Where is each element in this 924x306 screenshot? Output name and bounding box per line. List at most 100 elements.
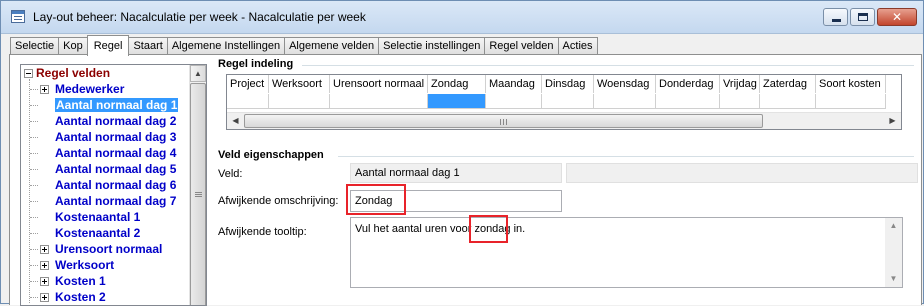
tree-item[interactable]: Aantal normaal dag 5 (21, 161, 191, 177)
tree-item[interactable]: Aantal normaal dag 6 (21, 177, 191, 193)
expand-icon[interactable] (40, 245, 49, 254)
grid-column-header[interactable]: Urensoort normaal (330, 75, 428, 93)
tree-connector-line (30, 265, 38, 266)
tree-connector-line (30, 153, 38, 154)
grid-cell[interactable] (330, 94, 428, 109)
tree-item-label: Kostenaantal 1 (55, 210, 141, 224)
tree-item[interactable]: Kosten 1 (21, 273, 191, 289)
tab-panel-regel: Regel velden Medewerker Aantal normaal dag… (9, 54, 922, 306)
grid-horizontal-scrollbar[interactable]: ◀ ▶ (227, 112, 901, 129)
grid-column-header[interactable]: Dinsdag (542, 75, 594, 93)
grid-column-header[interactable]: Vrijdag (720, 75, 760, 93)
maximize-button[interactable] (850, 8, 875, 26)
afwijkende-tooltip-textarea[interactable]: Vul het aantal uren voor zondag in. ▲ ▼ (350, 217, 903, 288)
tree-item[interactable]: Werksoort (21, 257, 191, 273)
scroll-right-arrow-icon[interactable]: ▶ (884, 113, 901, 129)
tree-item[interactable]: Aantal normaal dag 4 (21, 145, 191, 161)
regel-indeling-grid: Project Werksoort Urensoort normaal Zondag M… (226, 74, 902, 130)
scroll-up-arrow-icon[interactable]: ▲ (190, 65, 206, 82)
tree-item-label: Aantal normaal dag 6 (55, 178, 177, 192)
afwijkende-omschrijving-input[interactable] (350, 190, 562, 212)
expand-icon[interactable] (40, 85, 49, 94)
grip-line (195, 194, 202, 195)
tab-regel[interactable]: Regel (86, 35, 130, 56)
grid-column-header[interactable]: Maandag (486, 75, 542, 93)
grid-cell[interactable] (542, 94, 594, 109)
tab-selectie-instellingen[interactable]: Selectie instellingen (378, 37, 486, 55)
grid-cell[interactable] (227, 94, 269, 109)
tree-item[interactable]: Kostenaantal 1 (21, 209, 191, 225)
field-tree: Regel velden Medewerker Aantal normaal dag… (20, 64, 207, 306)
maximize-icon (858, 13, 868, 21)
regel-indeling-title: Regel indeling (218, 58, 294, 70)
grid-cell[interactable] (656, 94, 720, 109)
window: Lay-out beheer: Nacalculatie per week - … (0, 0, 924, 306)
grid-cell[interactable] (760, 94, 816, 109)
tree-connector-line (30, 281, 38, 282)
expand-icon[interactable] (40, 277, 49, 286)
tree-root-item[interactable]: Regel velden (21, 65, 191, 81)
tree-item-label: Kosten 1 (55, 274, 106, 288)
tab-staart[interactable]: Staart (128, 37, 168, 55)
grid-cell[interactable] (428, 94, 486, 109)
collapse-icon[interactable] (24, 69, 33, 78)
expand-icon[interactable] (40, 293, 49, 302)
tree-connector-line (30, 201, 38, 202)
tree-item-label: Urensoort normaal (55, 242, 163, 256)
grid-cell[interactable] (594, 94, 656, 109)
tree-item-label: Aantal normaal dag 2 (55, 114, 177, 128)
grid-column-header[interactable]: Project (227, 75, 269, 93)
grid-cell[interactable] (720, 94, 760, 109)
minimize-button[interactable] (823, 8, 848, 26)
tree-item[interactable]: Aantal normaal dag 7 (21, 193, 191, 209)
scroll-up-arrow-icon[interactable]: ▲ (885, 220, 902, 232)
tree-connector-line (30, 249, 38, 250)
grip-line (506, 119, 507, 125)
scroll-left-arrow-icon[interactable]: ◀ (227, 113, 244, 129)
grid-cell[interactable] (486, 94, 542, 109)
tab-regel-velden[interactable]: Regel velden (484, 37, 559, 55)
tree-connector-line (30, 185, 38, 186)
close-button[interactable]: ✕ (877, 8, 917, 26)
window-title: Lay-out beheer: Nacalculatie per week - … (33, 10, 366, 24)
tree-connector-line (30, 89, 38, 90)
grid-column-header[interactable]: Donderdag (656, 75, 720, 93)
grip-line (503, 119, 504, 125)
tree-item[interactable]: Aantal normaal dag 1 (21, 97, 191, 113)
expand-icon[interactable] (40, 261, 49, 270)
tree-connector-line (30, 105, 38, 106)
section-divider (338, 156, 914, 157)
tab-selectie[interactable]: Selectie (10, 37, 60, 55)
grip-line (195, 192, 202, 193)
grid-column-header[interactable]: Werksoort (269, 75, 330, 93)
grid-column-header[interactable]: Zaterdag (760, 75, 816, 93)
grid-cell[interactable] (816, 94, 886, 109)
tree-item[interactable]: Kostenaantal 2 (21, 225, 191, 241)
grid-scroll-thumb[interactable] (244, 114, 763, 128)
tab-strip: Selectie Kop Regel Staart Algemene Instellin… (10, 35, 598, 56)
grid-column-header[interactable]: Woensdag (594, 75, 656, 93)
grid-column-header[interactable]: Zondag (428, 75, 486, 93)
tab-algemene-instellingen[interactable]: Algemene Instellingen (166, 37, 286, 55)
tree-item-label: Aantal normaal dag 4 (55, 146, 177, 160)
tree-item[interactable]: Aantal normaal dag 2 (21, 113, 191, 129)
tree-item[interactable]: Urensoort normaal (21, 241, 191, 257)
close-icon: ✕ (891, 10, 903, 24)
tree-connector-line (30, 217, 38, 218)
grid-cell[interactable] (269, 94, 330, 109)
tooltip-vertical-scrollbar[interactable]: ▲ ▼ (885, 218, 902, 287)
scroll-down-arrow-icon[interactable]: ▼ (885, 273, 902, 285)
tree-item[interactable]: Medewerker (21, 81, 191, 97)
title-bar[interactable]: Lay-out beheer: Nacalculatie per week - … (1, 1, 923, 34)
tab-acties[interactable]: Acties (557, 37, 598, 55)
tab-algemene-velden[interactable]: Algemene velden (284, 37, 380, 55)
tree-item-label: Medewerker (55, 82, 125, 96)
field-tree-list: Regel velden Medewerker Aantal normaal dag… (21, 65, 191, 305)
tree-item[interactable]: Aantal normaal dag 3 (21, 129, 191, 145)
grid-column-header[interactable]: Soort kosten (816, 75, 886, 93)
tree-vertical-scrollbar[interactable]: ▲ (189, 65, 206, 305)
tree-item[interactable]: Kosten 2 (21, 289, 191, 305)
tab-kop[interactable]: Kop (58, 37, 88, 55)
tree-scroll-thumb[interactable] (190, 83, 206, 305)
veld-label: Veld: (218, 168, 243, 180)
